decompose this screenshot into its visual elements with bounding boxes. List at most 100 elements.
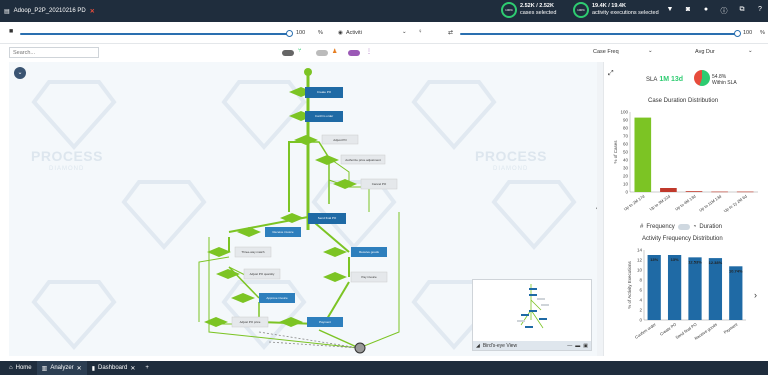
- chart-2-title: Activity Frequency Distribution: [642, 236, 723, 242]
- camera-icon[interactable]: ◙: [684, 6, 692, 16]
- path-slider-track[interactable]: [460, 33, 736, 35]
- x-tick-label: Up to 11M 13d: [698, 194, 722, 213]
- tab-analyzer-label: Analyzer: [50, 365, 74, 371]
- bottom-tab-bar: ⌂ Home ▥ Analyzer ✕ ▮ Dashboard ✕ +: [0, 361, 768, 375]
- data-label: 13%: [671, 257, 679, 262]
- bar: [708, 258, 723, 320]
- map-icon: ▥: [41, 365, 48, 372]
- home-icon: ⌂: [9, 365, 13, 371]
- x-tick-label: Confirm order: [634, 321, 657, 340]
- add-tab-button[interactable]: +: [140, 361, 154, 375]
- y-tick-label: 70: [623, 134, 629, 139]
- label-create-po: Create PO: [317, 90, 332, 94]
- start-node: [304, 68, 312, 76]
- bar: [634, 117, 652, 192]
- export-icon[interactable]: ⧉: [738, 6, 746, 16]
- app-title: Adoop_P2P_20210216 PD: [13, 8, 86, 14]
- tab-dashboard[interactable]: ▮ Dashboard ✕: [87, 361, 141, 375]
- clock-icon: ◔: [692, 224, 697, 230]
- minimize-icon[interactable]: —: [567, 343, 572, 349]
- window-icon[interactable]: ▬: [575, 343, 580, 349]
- right-panel: ⤢ SLA 1M 13d 54.8% Within SLA Case Duratio…: [603, 62, 763, 356]
- metric-chevron-icon[interactable]: ⌄: [648, 48, 653, 54]
- x-tick-label: Up to 4M 13d: [674, 194, 697, 212]
- sla-block: SLA 1M 13d: [646, 76, 683, 83]
- label-receive-goods: Receive goods: [359, 250, 379, 254]
- x-tick-label: Up to 3M 22d: [648, 194, 671, 212]
- tab-analyzer[interactable]: ▥ Analyzer ✕: [36, 361, 87, 375]
- drop-icon[interactable]: ●: [702, 6, 710, 16]
- info-icon[interactable]: ⓘ: [720, 6, 728, 16]
- process-map-canvas[interactable]: PROCESS DIAMOND PROCESS DIAMOND ⌄ Create…: [9, 62, 597, 356]
- label-adjust-po-price: Adjust PO price: [240, 320, 261, 324]
- toggle-view[interactable]: [282, 50, 294, 56]
- agg-dropdown[interactable]: Avg Dur: [695, 49, 715, 55]
- filter-icon[interactable]: ▼: [666, 6, 674, 16]
- toolbar-primary: ■ 100 % ◉ Activiti ⌄ ♀ ⇄ 100 %: [0, 22, 768, 44]
- cases-stat: 100% 2.52K / 2.52K cases selected: [501, 2, 556, 18]
- path-slider-knob[interactable]: [734, 30, 741, 37]
- y-tick-label: 20: [623, 174, 629, 179]
- app-title-area: ▤ Adoop_P2P_20210216 PD ✕: [4, 8, 95, 15]
- close-dashboard-icon[interactable]: ✕: [130, 365, 135, 372]
- label-cancel-po: Cancel PO: [372, 182, 387, 186]
- case-slider-knob[interactable]: [286, 30, 293, 37]
- label-send-final-po: Send final PO: [318, 216, 337, 220]
- sla-within-label: Within SLA: [712, 80, 737, 86]
- case-slider-unit: %: [318, 30, 323, 36]
- toggle-users[interactable]: [316, 50, 328, 56]
- close-analyzer-icon[interactable]: ✕: [77, 365, 82, 372]
- y-tick-label: 30: [623, 166, 629, 171]
- frequency-duration-toggle: # Frequency ◔ Duration: [640, 224, 722, 230]
- birdseye-panel[interactable]: ◢ Bird's-eye View — ▬ ▣: [472, 279, 592, 351]
- y-tick-label: 60: [623, 142, 629, 147]
- dots-icon: ⋮: [366, 49, 372, 55]
- y-tick-label: 80: [623, 126, 629, 131]
- label-three-way-match: Three-way match: [241, 250, 265, 254]
- swap-icon: ⇄: [448, 30, 454, 36]
- frequency-label: Frequency: [646, 224, 675, 230]
- restore-icon[interactable]: ▣: [583, 343, 588, 349]
- bar: [711, 191, 728, 193]
- case-slider-track[interactable]: [20, 33, 288, 35]
- eye-icon: ◉: [338, 30, 343, 36]
- activities-stat: 100% 19.4K / 19.4K activity executions se…: [573, 2, 659, 18]
- case-icon: ■: [9, 28, 14, 35]
- search-input[interactable]: [9, 47, 99, 58]
- x-tick-label: Create PO: [659, 322, 677, 337]
- next-chart-arrow-icon[interactable]: ›: [754, 290, 757, 300]
- y-tick-label: 50: [623, 150, 629, 155]
- cases-value: 2.52K / 2.52K: [520, 3, 554, 9]
- y-tick-label: 14: [637, 248, 643, 253]
- bar: [660, 188, 677, 192]
- bar: [729, 266, 743, 320]
- bar: [688, 257, 702, 320]
- activities-donut-icon: 100%: [573, 2, 589, 18]
- activity-dropdown[interactable]: Activiti: [346, 30, 362, 36]
- tab-home[interactable]: ⌂ Home: [4, 361, 37, 375]
- help-icon[interactable]: ?: [756, 6, 764, 16]
- bulb-icon[interactable]: ♀: [418, 29, 423, 35]
- chevron-down-icon[interactable]: ⌄: [402, 29, 407, 35]
- x-tick-label: Up to 1y 2M 6d: [723, 194, 748, 214]
- y-tick-label: 0: [639, 318, 642, 323]
- metric-dropdown[interactable]: Case Freq: [593, 49, 619, 55]
- gateway-diamonds: [204, 87, 357, 327]
- close-file-icon[interactable]: ✕: [90, 8, 95, 15]
- duration-label: Duration: [699, 224, 723, 230]
- agg-chevron-icon[interactable]: ⌄: [748, 48, 753, 54]
- data-label: 12.53%: [688, 259, 702, 264]
- x-tick-label: Receive goods: [693, 322, 718, 341]
- x-tick-label: Payment: [723, 321, 740, 335]
- toggle-dots[interactable]: [348, 50, 360, 56]
- process-dashed-edges: [258, 331, 360, 349]
- birdseye-minimap: [517, 284, 549, 329]
- birdseye-icon: ◢: [476, 342, 480, 349]
- header-icons: ▼ ◙ ● ⓘ ⧉ ?: [666, 6, 764, 16]
- birdseye-label: Bird's-eye View: [482, 342, 518, 349]
- sla-pie: [694, 70, 710, 86]
- frequency-duration-switch[interactable]: [677, 224, 690, 230]
- y-tick-label: 12: [637, 258, 643, 263]
- expand-icon[interactable]: ⤢: [608, 70, 614, 78]
- bar: [647, 255, 661, 320]
